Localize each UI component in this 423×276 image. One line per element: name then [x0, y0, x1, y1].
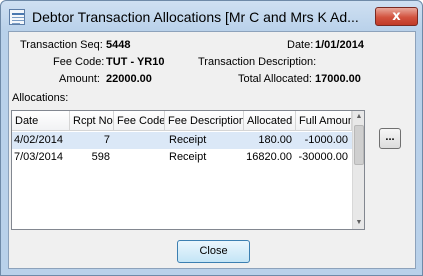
transaction-seq-value: 5448 — [106, 39, 131, 51]
column-header-fee-description[interactable]: Fee Description — [165, 111, 244, 131]
cell-fee-description: Receipt — [169, 151, 207, 163]
total-allocated-value: 17000.00 — [315, 73, 361, 85]
cell-rcpt-no: 598 — [91, 151, 110, 163]
date-value: 1/01/2014 — [315, 39, 364, 51]
cell-allocated: 180.00 — [258, 134, 292, 146]
fee-code-value: TUT - YR10 — [106, 56, 165, 68]
close-button[interactable]: Close — [177, 240, 250, 263]
dialog-window: Debtor Transaction Allocations [Mr C and… — [0, 0, 423, 276]
cell-rcpt-no: 7 — [103, 134, 110, 146]
scroll-up-icon[interactable]: ▲ — [353, 111, 365, 123]
transaction-description-label: Transaction Description: — [198, 56, 317, 68]
fee-code-label: Fee Code: — [53, 56, 105, 68]
scroll-down-icon[interactable]: ▼ — [353, 217, 365, 229]
amount-label: Amount: — [59, 73, 100, 85]
column-header-fee-code[interactable]: Fee Code — [114, 111, 165, 131]
cell-date: 7/03/2014 — [14, 151, 63, 163]
cell-full-amount: -1000.00 — [304, 134, 348, 146]
transaction-seq-label: Transaction Seq: — [20, 39, 103, 51]
column-header-rcpt-no[interactable]: Rcpt No — [70, 111, 114, 131]
cell-full-amount: -30000.00 — [298, 151, 348, 163]
dialog-body: Transaction Seq: 5448 Date: 1/01/2014 Fe… — [8, 31, 416, 269]
scroll-thumb[interactable] — [354, 125, 364, 165]
cell-fee-code — [114, 149, 165, 166]
grid-header: Date Rcpt No Fee Code Fee Description Al… — [12, 111, 352, 131]
amount-value: 22000.00 — [106, 73, 152, 85]
allocations-grid[interactable]: Date Rcpt No Fee Code Fee Description Al… — [11, 110, 365, 230]
column-header-date[interactable]: Date — [12, 111, 70, 131]
table-row[interactable]: 4/02/2014 7 Receipt 180.00 -1000.00 — [12, 132, 352, 149]
total-allocated-label: Total Allocated: — [238, 73, 312, 85]
cell-allocated: 16820.00 — [246, 151, 292, 163]
cell-fee-description: Receipt — [169, 134, 207, 146]
window-close-button[interactable]: x — [375, 7, 418, 26]
window-title: Debtor Transaction Allocations [Mr C and… — [32, 9, 359, 25]
cell-fee-code — [114, 132, 165, 149]
app-icon — [9, 9, 25, 25]
column-header-full-amount[interactable]: Full Amount — [296, 111, 352, 131]
title-bar[interactable]: Debtor Transaction Allocations [Mr C and… — [1, 1, 422, 31]
allocations-label: Allocations: — [12, 92, 69, 104]
vertical-scrollbar[interactable]: ▲ ▼ — [352, 111, 364, 229]
browse-button[interactable]: ... — [379, 128, 401, 149]
date-label: Date: — [287, 39, 314, 51]
cell-date: 4/02/2014 — [14, 134, 63, 146]
table-row[interactable]: 7/03/2014 598 Receipt 16820.00 -30000.00 — [12, 149, 352, 166]
column-header-allocated[interactable]: Allocated — [244, 111, 296, 131]
close-icon: x — [392, 9, 401, 24]
